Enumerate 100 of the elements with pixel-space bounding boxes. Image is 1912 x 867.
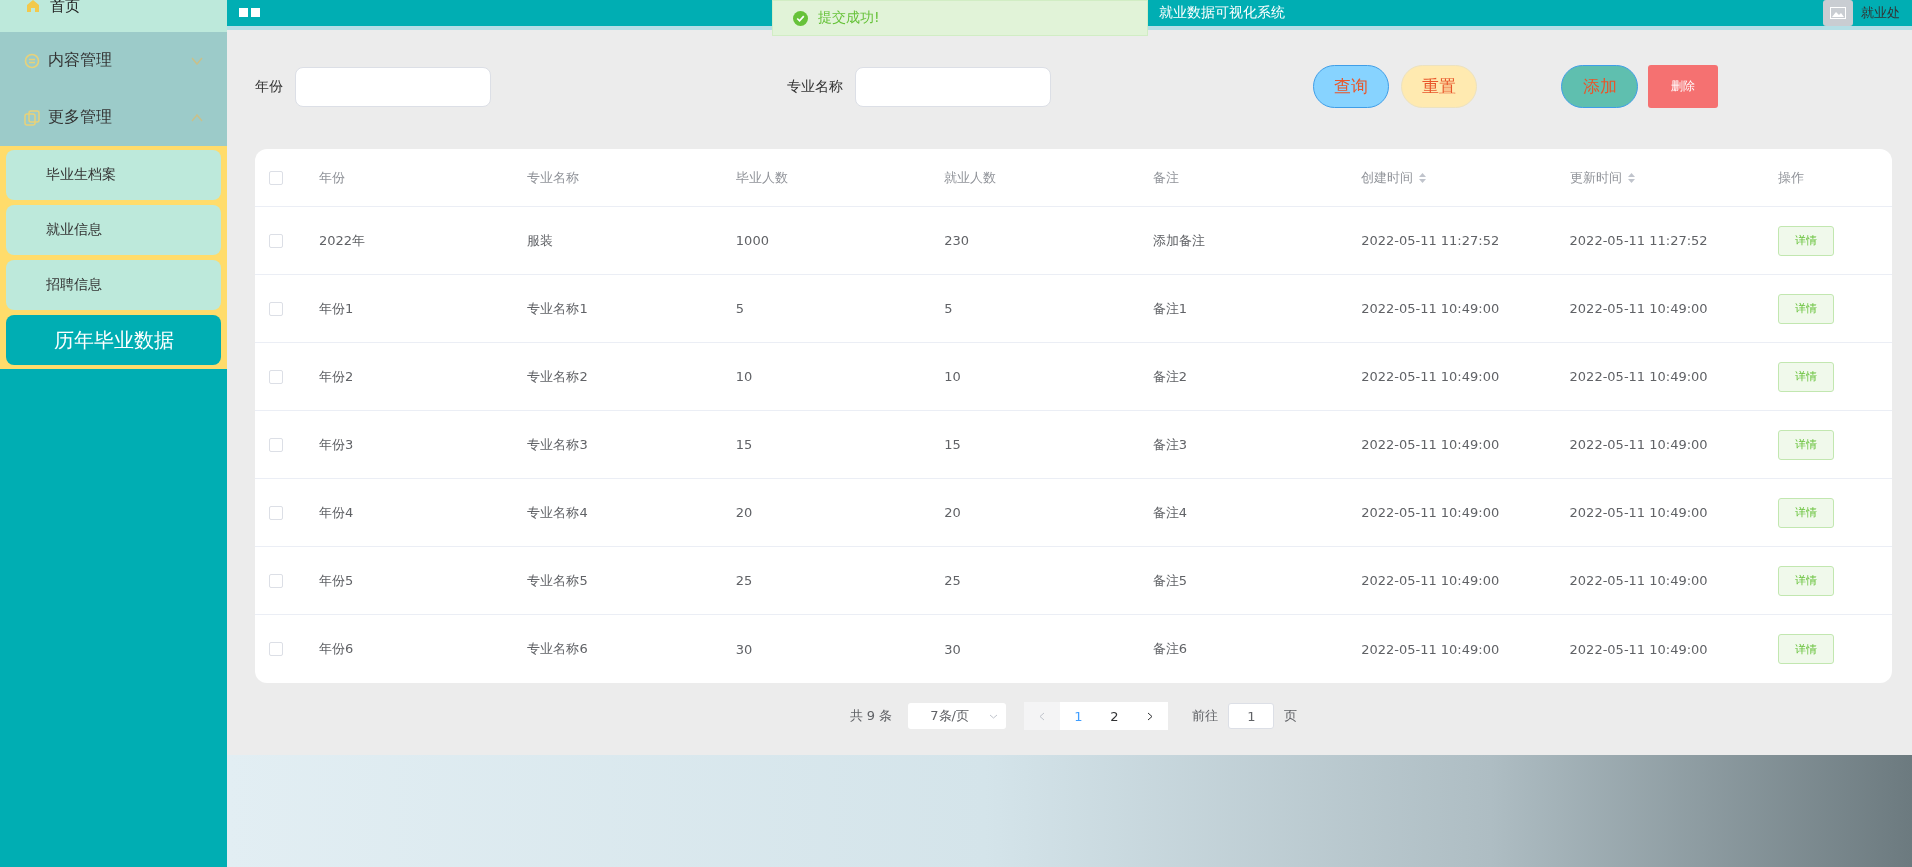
table-cell: 备注3: [1152, 435, 1187, 454]
table-cell: 10: [944, 369, 961, 384]
column-header: 创建时间: [1361, 168, 1414, 187]
table-cell: 230: [944, 233, 970, 248]
filter-input[interactable]: [855, 66, 1051, 107]
table-cell: 2022-05-11 11:27:52: [1569, 233, 1708, 248]
table-cell: 2022-05-11 10:49:00: [1569, 437, 1708, 452]
table-cell: 30: [944, 641, 961, 657]
table-cell: 专业名称6: [527, 640, 588, 658]
query-button[interactable]: 查询: [1313, 65, 1389, 108]
row-checkbox[interactable]: [269, 301, 283, 316]
table-cell: 5: [735, 301, 745, 316]
row-checkbox[interactable]: [269, 369, 283, 384]
user-name[interactable]: 就业处: [1861, 4, 1900, 22]
table-cell: 备注5: [1152, 571, 1187, 590]
table-cell: 2022年: [319, 231, 366, 250]
success-toast: 提交成功!: [772, 0, 1148, 36]
page-button[interactable]: 1: [1060, 702, 1097, 730]
table-cell: 20: [944, 505, 961, 520]
table-cell: 1000: [735, 233, 769, 248]
table-cell: 2022-05-11 10:49:00: [1361, 437, 1500, 452]
total-count: 共 9 条: [849, 707, 893, 725]
table-cell: 年份4: [319, 503, 354, 522]
sidebar-group[interactable]: 更多管理: [0, 89, 227, 146]
copy-icon: [24, 109, 40, 126]
table-cell: 2022-05-11 11:27:52: [1361, 233, 1500, 248]
column-header: 操作: [1778, 168, 1804, 187]
table-cell: 年份5: [319, 571, 354, 590]
row-checkbox[interactable]: [269, 437, 283, 452]
table-cell: 2022-05-11 10:49:00: [1361, 573, 1500, 588]
row-checkbox[interactable]: [269, 505, 283, 520]
table-cell: 年份3: [319, 435, 354, 454]
detail-button[interactable]: 详情: [1778, 565, 1834, 596]
column-header: 备注: [1152, 168, 1179, 187]
table-cell: 10: [735, 369, 753, 384]
reset-button[interactable]: 重置: [1401, 65, 1477, 108]
column-header: 毕业人数: [735, 168, 788, 187]
table-cell: 备注1: [1152, 299, 1187, 318]
delete-button[interactable]: 删除: [1648, 65, 1718, 108]
add-button[interactable]: 添加: [1561, 65, 1638, 108]
column-header: 专业名称: [527, 168, 580, 187]
table-cell: 专业名称4: [527, 503, 588, 522]
detail-button[interactable]: 详情: [1778, 429, 1834, 460]
home-icon: [26, 0, 40, 12]
table-cell: 年份6: [319, 640, 354, 658]
submenu-item[interactable]: 历年毕业数据: [6, 315, 221, 365]
table-cell: 专业名称3: [527, 435, 588, 454]
menu-icon[interactable]: [239, 8, 261, 18]
chevron-down-icon: [989, 713, 999, 719]
table-cell: 服装: [527, 231, 554, 250]
table-cell: 备注4: [1152, 503, 1187, 522]
check-circle-icon: [793, 10, 808, 26]
column-header: 就业人数: [944, 168, 997, 187]
detail-button[interactable]: 详情: [1778, 361, 1834, 392]
submenu-item[interactable]: 招聘信息: [6, 260, 221, 310]
row-checkbox[interactable]: [269, 233, 283, 248]
page-size-select[interactable]: 7条/页: [908, 703, 1007, 729]
table-cell: 2022-05-11 10:49:00: [1569, 505, 1708, 520]
table-cell: 20: [735, 505, 753, 520]
goto-label: 前往: [1192, 707, 1219, 725]
filter-input[interactable]: [295, 66, 491, 107]
sidebar-group[interactable]: 内容管理: [0, 32, 227, 89]
column-header: 更新时间: [1569, 168, 1622, 187]
filter-label: 专业名称: [787, 77, 843, 96]
table-cell: 2022-05-11 10:49:00: [1361, 505, 1500, 520]
detail-button[interactable]: 详情: [1778, 497, 1834, 528]
sort-icon[interactable]: [1419, 172, 1427, 183]
table-cell: 2022-05-11 10:49:00: [1569, 369, 1708, 384]
table-cell: 备注6: [1152, 640, 1187, 658]
app-title: 就业数据可视化系统: [1159, 4, 1286, 22]
table-cell: 5: [944, 301, 953, 316]
row-checkbox[interactable]: [269, 642, 283, 656]
page-jump-input[interactable]: 1: [1228, 703, 1275, 729]
next-page-button[interactable]: [1132, 702, 1169, 730]
submenu-item[interactable]: 就业信息: [6, 205, 221, 255]
chevron-left-icon: [1039, 711, 1046, 721]
table-cell: 备注2: [1152, 367, 1187, 386]
page-suffix: 页: [1284, 707, 1298, 725]
table-cell: 添加备注: [1152, 231, 1205, 250]
table-cell: 30: [735, 641, 753, 657]
avatar-image[interactable]: [1823, 0, 1853, 26]
detail-button[interactable]: 详情: [1778, 225, 1834, 256]
chevron-right-icon: [1147, 711, 1154, 721]
row-checkbox[interactable]: [269, 573, 283, 588]
sort-icon[interactable]: [1627, 172, 1635, 183]
table-cell: 专业名称5: [527, 571, 588, 590]
table-cell: 25: [944, 573, 961, 588]
table-cell: 25: [735, 573, 753, 588]
table-cell: 专业名称2: [527, 367, 588, 386]
table-cell: 2022-05-11 10:49:00: [1569, 641, 1708, 657]
page-button[interactable]: 2: [1096, 702, 1133, 730]
detail-button[interactable]: 详情: [1778, 293, 1834, 324]
table-cell: 专业名称1: [527, 299, 588, 318]
column-header: 年份: [319, 168, 345, 187]
select-all-checkbox[interactable]: [269, 170, 283, 185]
filter-label: 年份: [255, 77, 283, 96]
table-cell: 年份2: [319, 367, 354, 386]
table-cell: 2022-05-11 10:49:00: [1569, 301, 1708, 316]
submenu-item[interactable]: 毕业生档案: [6, 150, 221, 200]
detail-button[interactable]: 详情: [1778, 634, 1834, 664]
